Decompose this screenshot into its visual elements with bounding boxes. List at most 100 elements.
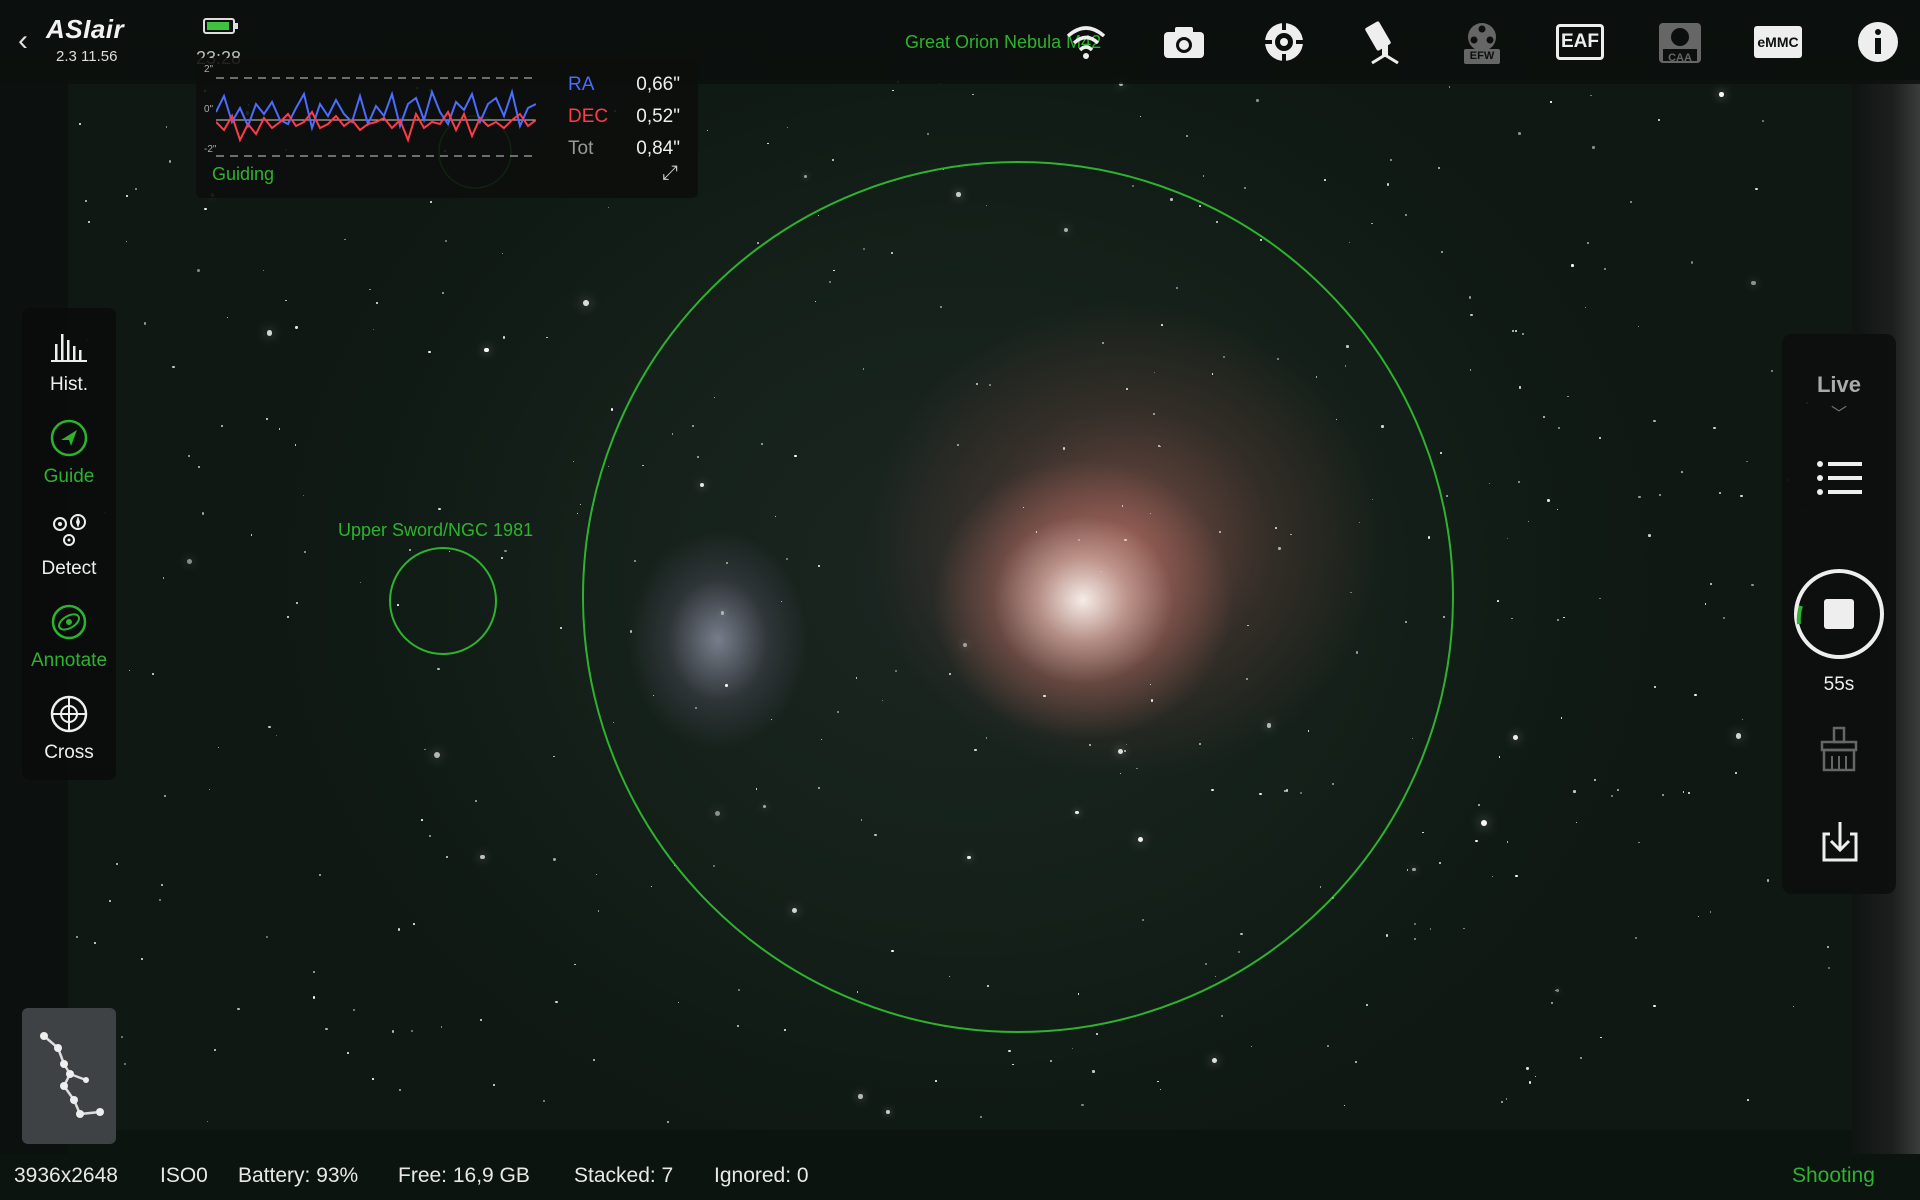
- annotate-button[interactable]: Annotate: [22, 598, 116, 684]
- star: [1722, 616, 1725, 619]
- star: [760, 442, 763, 445]
- back-button[interactable]: ‹: [18, 24, 46, 58]
- wifi-icon[interactable]: [1058, 16, 1114, 68]
- star: [1515, 874, 1518, 878]
- chevron-down-icon[interactable]: ﹀: [1782, 400, 1896, 424]
- eaf-icon[interactable]: EAF: [1552, 16, 1608, 68]
- star: [442, 292, 444, 294]
- star: [560, 626, 562, 629]
- star: [296, 601, 298, 604]
- star: [1404, 620, 1407, 623]
- star: [975, 382, 978, 385]
- star: [757, 242, 759, 244]
- ignored-status: Ignored: 0: [714, 1164, 809, 1187]
- clear-brush-icon[interactable]: [1818, 726, 1860, 772]
- star: [1437, 166, 1440, 169]
- star: [1439, 451, 1442, 454]
- star: [713, 396, 715, 398]
- m42-annotation-circle: [582, 161, 1454, 1033]
- info-icon[interactable]: [1850, 16, 1906, 68]
- guide-button[interactable]: Guide: [22, 414, 116, 500]
- star: [579, 503, 581, 505]
- star: [886, 1109, 891, 1114]
- star: [115, 862, 118, 866]
- star: [720, 610, 725, 615]
- detect-button[interactable]: Detect: [22, 506, 116, 592]
- star: [955, 192, 961, 197]
- guide-arrow-icon: [50, 419, 88, 457]
- star: [1571, 264, 1574, 267]
- orion-constellation-icon: [40, 1032, 104, 1118]
- star: [1528, 1080, 1532, 1084]
- star: [1211, 788, 1214, 792]
- star: [1136, 767, 1138, 770]
- star: [1354, 1060, 1357, 1063]
- star: [1216, 221, 1218, 223]
- star: [1386, 183, 1389, 186]
- star: [582, 300, 589, 306]
- cross-button[interactable]: Cross: [22, 690, 116, 776]
- list-icon[interactable]: [1814, 456, 1864, 502]
- eaf-label: EAF: [1556, 24, 1604, 60]
- star: [1592, 146, 1595, 149]
- star: [1381, 425, 1384, 428]
- star: [372, 1078, 374, 1080]
- star: [411, 1029, 414, 1032]
- star: [1550, 101, 1552, 103]
- guide-axis-top: 2": [204, 64, 214, 75]
- guide-scope-icon[interactable]: [1256, 16, 1312, 68]
- star: [1587, 241, 1590, 244]
- star: [1077, 993, 1080, 995]
- exposure-countdown: 55s: [1823, 674, 1855, 695]
- star: [162, 577, 164, 579]
- star: [143, 322, 147, 325]
- constellation-thumbnail[interactable]: [22, 1008, 116, 1144]
- tot-value: 0,84": [636, 138, 680, 159]
- star: [706, 129, 708, 131]
- hist-button[interactable]: Hist.: [22, 322, 116, 408]
- star: [939, 305, 942, 308]
- star: [213, 1048, 216, 1051]
- star: [1704, 603, 1706, 605]
- star: [140, 958, 143, 960]
- star: [397, 604, 399, 606]
- resolution-status: 3936x2648: [14, 1164, 118, 1187]
- ngc1981-label: Upper Sword/NGC 1981: [338, 520, 534, 540]
- star: [87, 220, 90, 223]
- download-icon[interactable]: [1818, 820, 1862, 864]
- stop-button[interactable]: [1793, 568, 1885, 660]
- ra-label: RA: [568, 74, 595, 95]
- star: [1511, 329, 1514, 332]
- emmc-icon[interactable]: eMMC: [1750, 16, 1806, 68]
- ra-value: 0,66": [636, 74, 680, 95]
- star: [278, 428, 280, 430]
- star: [1092, 1070, 1095, 1073]
- star: [894, 669, 897, 672]
- camera-icon[interactable]: [1156, 16, 1212, 68]
- star: [433, 751, 440, 758]
- star: [1735, 772, 1737, 774]
- star: [1740, 494, 1743, 497]
- star: [503, 336, 506, 339]
- dec-label: DEC: [568, 106, 609, 127]
- star: [1496, 599, 1499, 602]
- telescope-mount-icon[interactable]: [1356, 16, 1412, 68]
- star: [714, 810, 720, 816]
- star: [1170, 198, 1173, 201]
- live-image[interactable]: Upper Sword/NGC 1981: [68, 80, 1852, 1130]
- guiding-panel[interactable]: 2" 0" -2" RA 0,66" DEC 0,52" Tot 0,84" G…: [196, 58, 698, 198]
- star: [817, 564, 820, 568]
- live-mode-selector[interactable]: Live: [1782, 372, 1896, 398]
- caa-icon[interactable]: CAA: [1652, 16, 1708, 68]
- star: [962, 643, 967, 647]
- star: [762, 804, 767, 808]
- efw-icon[interactable]: EFW: [1454, 16, 1510, 68]
- star: [1709, 910, 1712, 913]
- detect-stars-icon: [53, 514, 86, 546]
- star: [428, 350, 431, 354]
- star: [1260, 239, 1262, 241]
- star: [985, 737, 988, 739]
- star: [187, 454, 190, 457]
- star: [1584, 306, 1586, 308]
- expand-icon[interactable]: ⤢: [662, 162, 678, 185]
